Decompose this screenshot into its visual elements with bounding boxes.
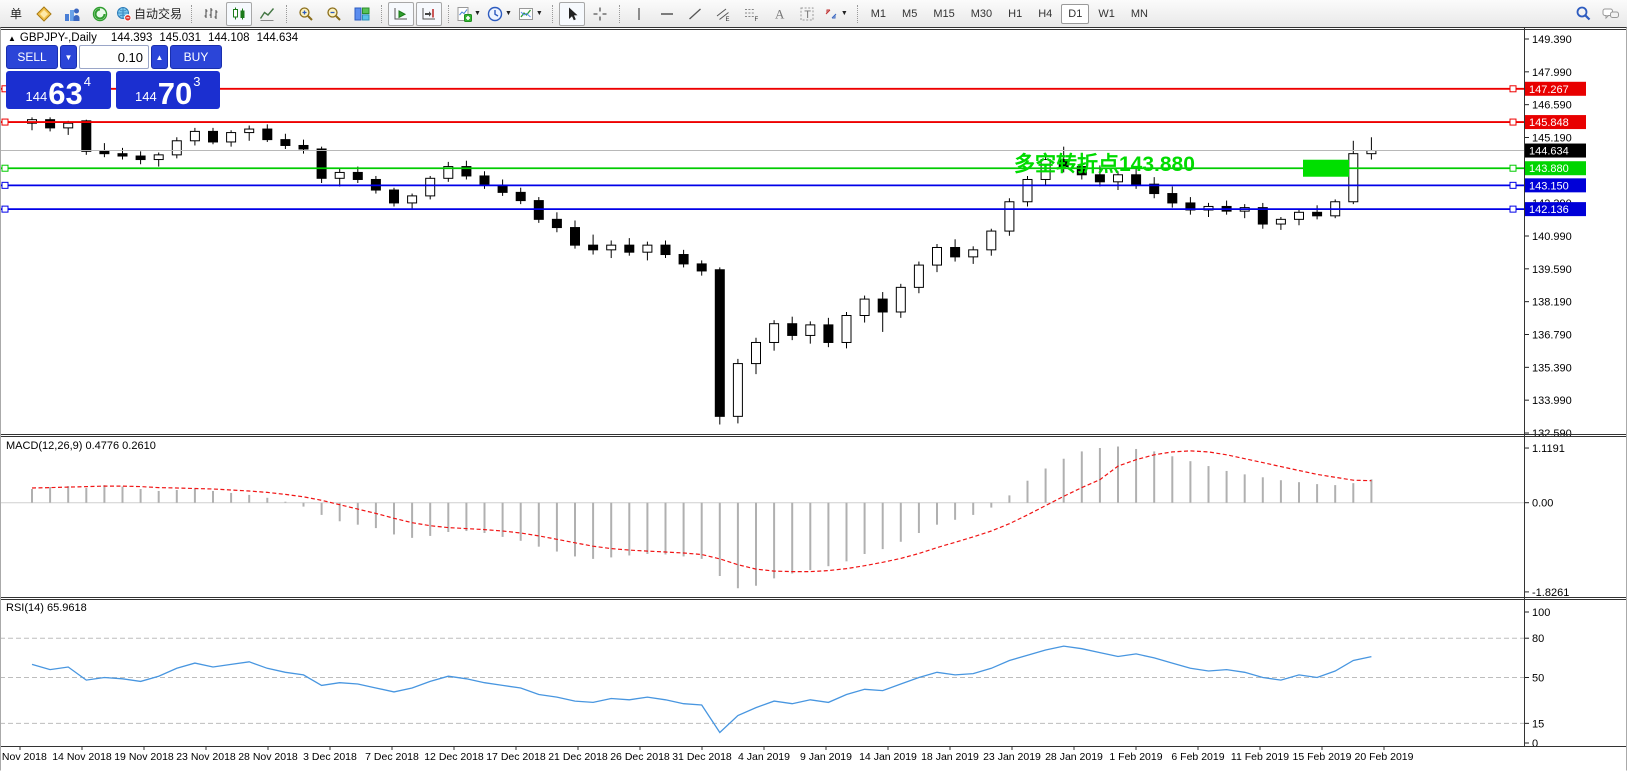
close-value: 144.634 xyxy=(257,32,299,44)
svg-text:1 Feb 2019: 1 Feb 2019 xyxy=(1109,751,1162,763)
svg-text:6 Feb 2019: 6 Feb 2019 xyxy=(1171,751,1224,763)
svg-text:18 Jan 2019: 18 Jan 2019 xyxy=(921,751,979,763)
svg-text:149.390: 149.390 xyxy=(1532,34,1572,46)
volume-decrease-button[interactable]: ▼ xyxy=(60,45,77,69)
svg-text:7 Dec 2018: 7 Dec 2018 xyxy=(365,751,419,763)
svg-text:1.1191: 1.1191 xyxy=(1532,443,1565,455)
svg-text:136.790: 136.790 xyxy=(1532,330,1572,342)
svg-text:3 Dec 2018: 3 Dec 2018 xyxy=(303,751,357,763)
svg-text:15: 15 xyxy=(1532,718,1544,730)
svg-text:26 Dec 2018: 26 Dec 2018 xyxy=(610,751,670,763)
svg-text:142.136: 142.136 xyxy=(1529,204,1569,216)
symbol-label: GBPJPY-,Daily xyxy=(20,32,97,44)
svg-text:14 Nov 2018: 14 Nov 2018 xyxy=(52,751,112,763)
svg-text:28 Nov 2018: 28 Nov 2018 xyxy=(238,751,298,763)
one-click-trading-panel: SELL ▼ ▲ BUY 144634 144703 xyxy=(6,45,220,109)
svg-text:140.990: 140.990 xyxy=(1532,231,1572,243)
svg-text:15 Feb 2019: 15 Feb 2019 xyxy=(1293,751,1352,763)
svg-text:4 Jan 2019: 4 Jan 2019 xyxy=(738,751,790,763)
buy-price-box[interactable]: 144703 xyxy=(116,71,221,109)
svg-text:146.590: 146.590 xyxy=(1532,100,1572,112)
svg-text:100: 100 xyxy=(1532,607,1550,619)
svg-text:80: 80 xyxy=(1532,633,1544,645)
svg-text:17 Dec 2018: 17 Dec 2018 xyxy=(486,751,546,763)
svg-text:23 Jan 2019: 23 Jan 2019 xyxy=(983,751,1041,763)
pivot-annotation-text: 多空转折点143.880 xyxy=(1014,148,1195,178)
sell-price-pips: 63 xyxy=(48,79,82,108)
svg-text:145.190: 145.190 xyxy=(1532,133,1572,145)
sell-price-point: 4 xyxy=(84,74,91,89)
svg-text:19 Nov 2018: 19 Nov 2018 xyxy=(114,751,174,763)
sell-price-big-figure: 144 xyxy=(26,89,48,104)
buy-price-pips: 70 xyxy=(158,79,192,108)
svg-text:0.00: 0.00 xyxy=(1532,498,1553,510)
mt4-trading-window: 单自动交易▼▼▼EFAT▼M1M5M15M30H1H4D1W1MN 149.39… xyxy=(0,0,1627,771)
svg-text:143.150: 143.150 xyxy=(1529,180,1569,192)
rsi-indicator-header: RSI(14) 65.9618 xyxy=(6,602,87,614)
svg-text:50: 50 xyxy=(1532,673,1544,685)
svg-text:31 Dec 2018: 31 Dec 2018 xyxy=(672,751,732,763)
macd-indicator-header: MACD(12,26,9) 0.4776 0.2610 xyxy=(6,440,156,452)
sell-button[interactable]: SELL xyxy=(6,45,58,69)
chart-title: ▲ GBPJPY-,Daily 144.393 145.031 144.108 144.6… xyxy=(8,32,305,44)
buy-button[interactable]: BUY xyxy=(170,45,222,69)
svg-text:143.880: 143.880 xyxy=(1529,163,1569,175)
sell-price-box[interactable]: 144634 xyxy=(6,71,111,109)
volume-input[interactable] xyxy=(79,45,149,69)
open-value: 144.393 xyxy=(111,32,153,44)
svg-text:144.634: 144.634 xyxy=(1529,146,1569,158)
buy-price-point: 3 xyxy=(193,74,200,89)
chart-canvas[interactable]: 149.390147.990146.590145.190143.790142.3… xyxy=(0,0,1627,771)
svg-text:133.990: 133.990 xyxy=(1532,395,1572,407)
low-value: 144.108 xyxy=(208,32,250,44)
svg-text:23 Nov 2018: 23 Nov 2018 xyxy=(176,751,236,763)
svg-text:0: 0 xyxy=(1532,738,1538,750)
svg-text:135.390: 135.390 xyxy=(1532,362,1572,374)
svg-text:9 Nov 2018: 9 Nov 2018 xyxy=(0,751,47,763)
high-value: 145.031 xyxy=(159,32,201,44)
volume-increase-button[interactable]: ▲ xyxy=(151,45,168,69)
svg-text:28 Jan 2019: 28 Jan 2019 xyxy=(1045,751,1103,763)
svg-text:139.590: 139.590 xyxy=(1532,264,1572,276)
svg-text:9 Jan 2019: 9 Jan 2019 xyxy=(800,751,852,763)
collapse-triangle-icon[interactable]: ▲ xyxy=(8,34,16,43)
buy-price-big-figure: 144 xyxy=(135,89,157,104)
svg-text:147.990: 147.990 xyxy=(1532,67,1572,79)
svg-text:20 Feb 2019: 20 Feb 2019 xyxy=(1355,751,1414,763)
svg-text:147.267: 147.267 xyxy=(1529,84,1569,96)
svg-text:11 Feb 2019: 11 Feb 2019 xyxy=(1231,751,1289,763)
svg-text:14 Jan 2019: 14 Jan 2019 xyxy=(859,751,917,763)
svg-text:138.190: 138.190 xyxy=(1532,297,1572,309)
svg-text:12 Dec 2018: 12 Dec 2018 xyxy=(424,751,484,763)
svg-text:145.848: 145.848 xyxy=(1529,117,1569,129)
green-rectangle-object[interactable] xyxy=(1303,160,1349,177)
svg-text:21 Dec 2018: 21 Dec 2018 xyxy=(548,751,608,763)
